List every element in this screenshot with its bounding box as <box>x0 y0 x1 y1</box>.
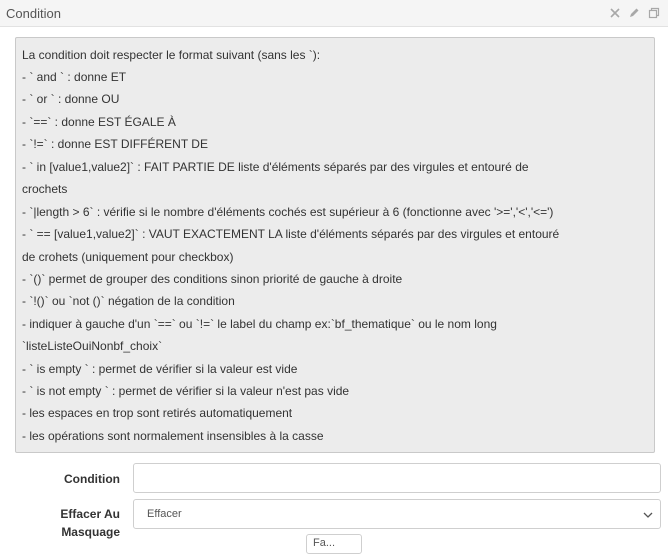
effacer-au-masquage-select[interactable]: Effacer <box>133 499 661 529</box>
copy-icon[interactable] <box>645 4 663 22</box>
condition-help-box: La condition doit respecter le format su… <box>15 37 655 453</box>
chevron-down-icon <box>642 508 654 520</box>
help-line: - les opérations sont normalement insens… <box>22 429 324 443</box>
help-line: - `!()` ou `not ()` négation de la condi… <box>22 294 235 308</box>
help-line: - les espaces en trop sont retirés autom… <box>22 406 293 420</box>
partial-select-value: Fa... <box>313 537 336 549</box>
help-line: La condition doit respecter le format su… <box>22 48 321 62</box>
help-line: de crohets (uniquement pour checkbox) <box>22 250 234 264</box>
effacer-selected-value: Effacer <box>147 508 182 520</box>
help-line: - indiquer à gauche d'un `==` ou `!=` le… <box>22 317 497 331</box>
help-line: - `!=` : donne EST DIFFÉRENT DE <box>22 137 208 151</box>
close-icon[interactable] <box>606 4 624 22</box>
panel-header: Condition <box>0 0 668 27</box>
help-line: - `()` permet de grouper des conditions … <box>22 272 403 286</box>
help-line: crochets <box>22 182 68 196</box>
help-line: - `|length > 6` : vérifie si le nombre d… <box>22 205 554 219</box>
help-line: - ` and ` : donne ET <box>22 70 127 84</box>
effacer-label-line2: Masquage <box>61 525 120 539</box>
help-line: - ` is empty ` : permet de vérifier si l… <box>22 362 298 376</box>
panel-title: Condition <box>6 6 61 21</box>
condition-label: Condition <box>64 472 120 486</box>
help-line: - ` in [value1,value2]` : FAIT PARTIE DE… <box>22 160 529 174</box>
effacer-au-masquage-label: Effacer Au Masquage <box>20 507 120 539</box>
condition-input[interactable] <box>133 463 661 493</box>
help-line: - ` == [value1,value2]` : VAUT EXACTEMEN… <box>22 227 560 241</box>
help-line: - `==` : donne EST ÉGALE À <box>22 115 176 129</box>
help-line: `listeListeOuiNonbf_choix` <box>22 339 163 353</box>
help-line: - ` is not empty ` : permet de vérifier … <box>22 384 350 398</box>
partial-select[interactable]: Fa... <box>306 534 362 554</box>
effacer-label-line1: Effacer Au <box>60 507 120 521</box>
help-line: - ` or ` : donne OU <box>22 92 120 106</box>
pencil-icon[interactable] <box>625 4 643 22</box>
